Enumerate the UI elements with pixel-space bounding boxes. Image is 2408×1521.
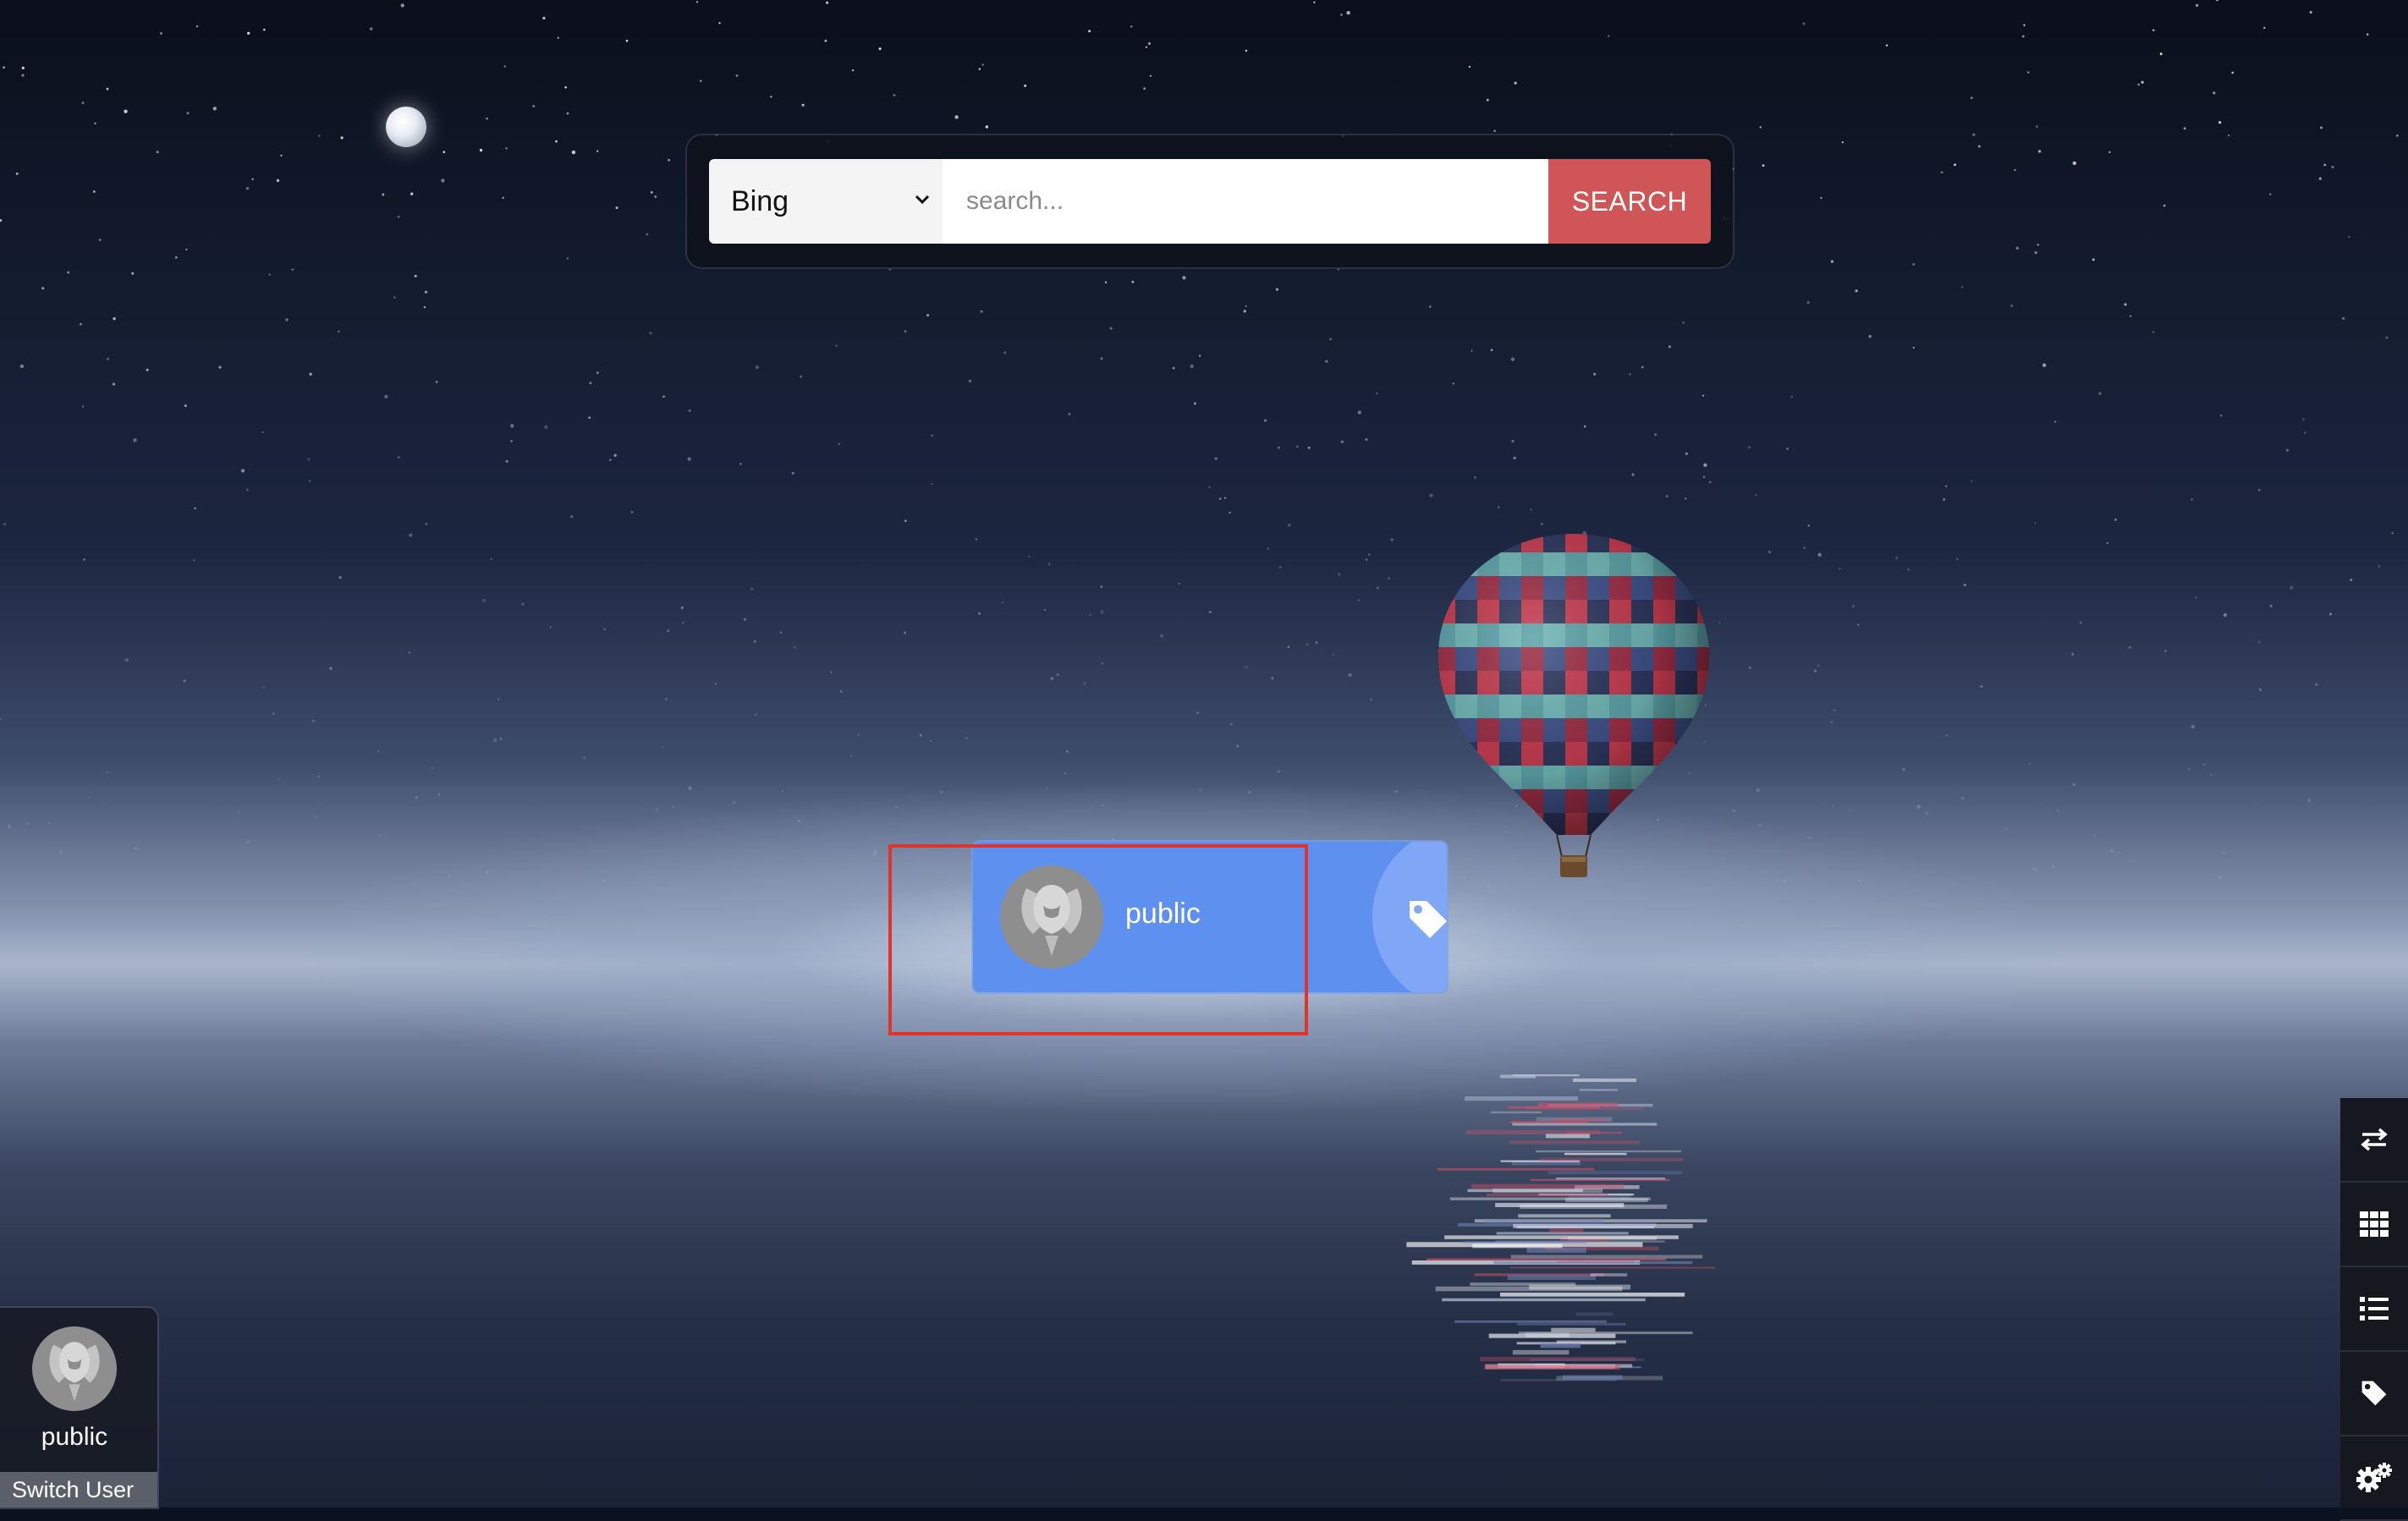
- search-placeholder: search...: [966, 187, 1064, 215]
- switch-user-button[interactable]: Switch User: [0, 1472, 157, 1507]
- list-icon: [2360, 1297, 2389, 1321]
- right-toolbar: [2340, 1098, 2408, 1521]
- grid-view-button[interactable]: [2340, 1183, 2408, 1267]
- moon-image: [386, 107, 426, 147]
- gears-icon: [2356, 1463, 2392, 1492]
- search-panel: Bing search... SEARCH: [687, 135, 1733, 267]
- list-view-button[interactable]: [2340, 1267, 2408, 1352]
- winged-helmet-icon: [49, 1342, 100, 1402]
- search-input[interactable]: search...: [943, 159, 1548, 244]
- hot-air-balloon-image: [1438, 534, 1709, 877]
- user-avatar: [32, 1326, 117, 1411]
- settings-button[interactable]: [2340, 1436, 2408, 1521]
- selection-highlight-box: [888, 844, 1308, 1035]
- search-engine-select[interactable]: Bing: [709, 159, 943, 244]
- tags-button[interactable]: [2340, 1352, 2408, 1436]
- tag-icon: [1410, 901, 1447, 938]
- user-name: public: [41, 1423, 108, 1451]
- tag-icon: [2361, 1381, 2387, 1406]
- tag-button[interactable]: [1372, 842, 1447, 992]
- grid-icon: [2360, 1211, 2389, 1237]
- search-engine-value: Bing: [731, 184, 789, 217]
- chevron-down-icon: [915, 195, 930, 205]
- search-button[interactable]: SEARCH: [1548, 159, 1711, 244]
- swap-button[interactable]: [2340, 1098, 2408, 1183]
- swap-icon: [2361, 1128, 2388, 1151]
- user-panel: public Switch User: [0, 1308, 157, 1507]
- balloon-reflection: [1406, 1074, 1715, 1381]
